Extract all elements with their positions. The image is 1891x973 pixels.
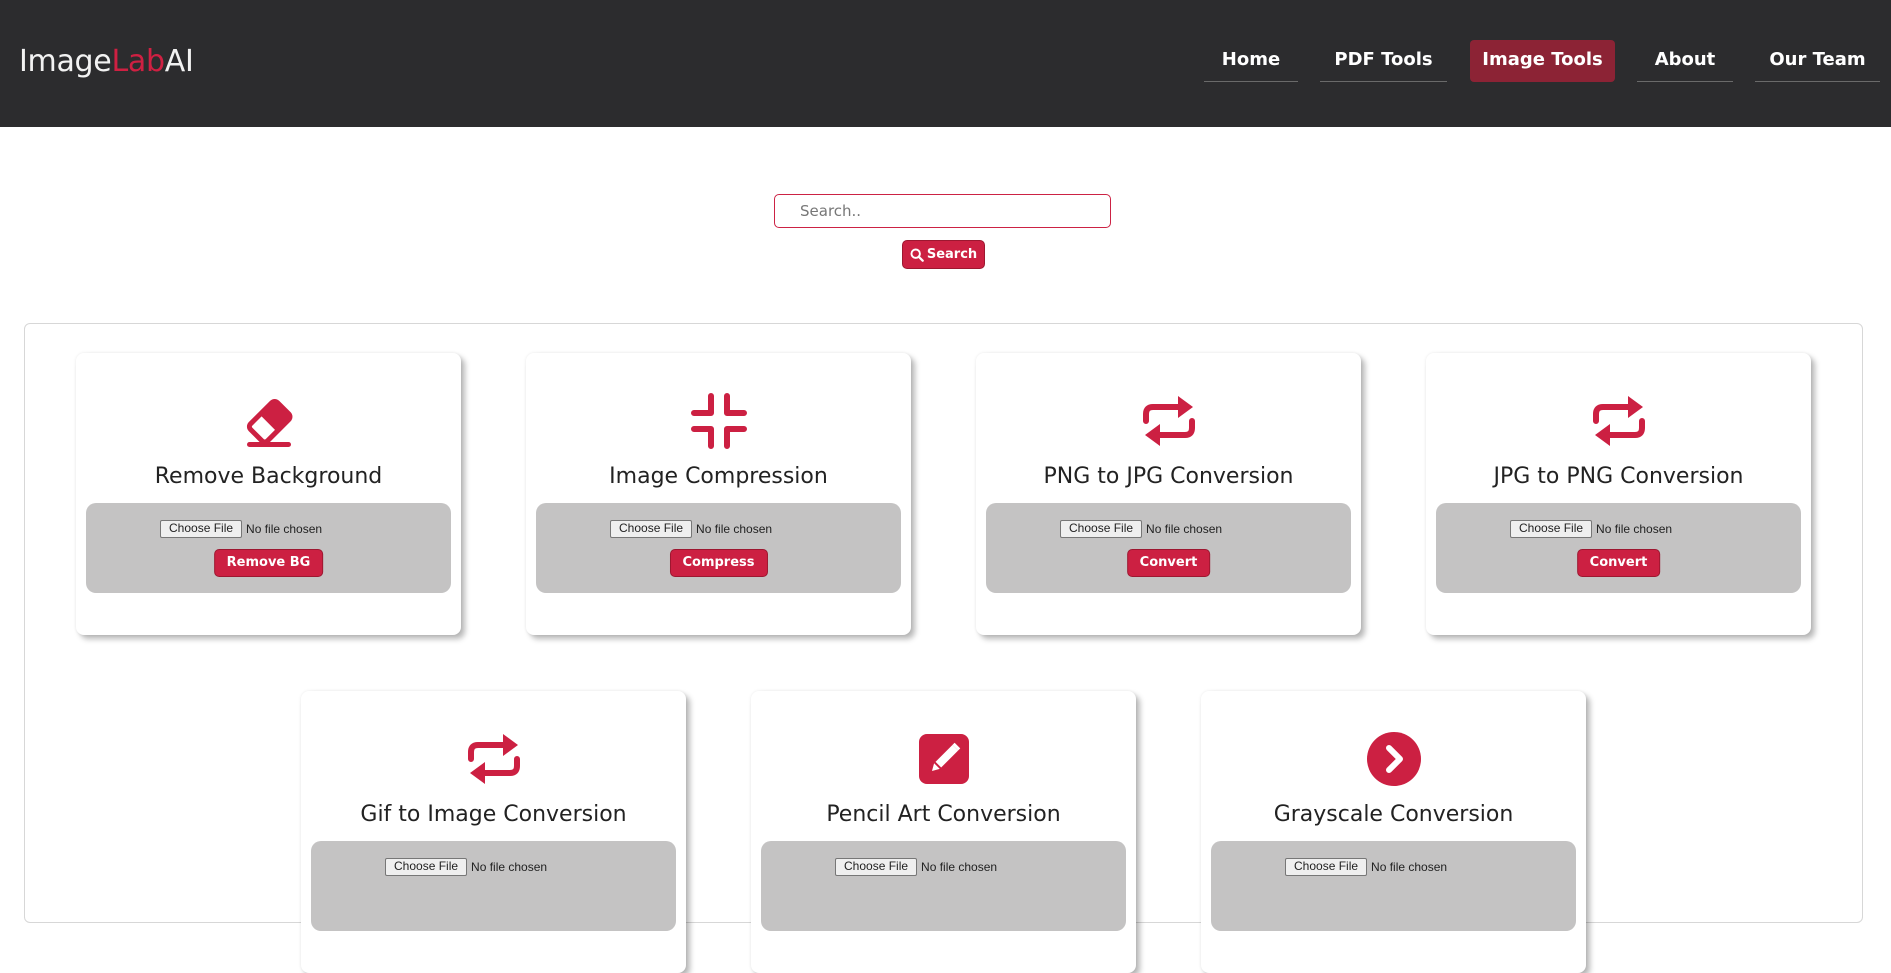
choose-file-button[interactable]: Choose File bbox=[835, 858, 918, 876]
search-box bbox=[774, 194, 1113, 230]
search-icon bbox=[910, 248, 924, 262]
search-input[interactable] bbox=[774, 194, 1111, 228]
nav-about[interactable]: About bbox=[1637, 40, 1733, 82]
tool-card-remove-background: Remove Background Choose File No file ch… bbox=[76, 353, 461, 635]
convert-button[interactable]: Convert bbox=[1126, 549, 1211, 577]
card-title: Grayscale Conversion bbox=[1273, 802, 1514, 827]
upload-box: Choose File No file chosen bbox=[1211, 841, 1576, 931]
file-status: No file chosen bbox=[1371, 860, 1448, 874]
upload-box: Choose File No file chosen Remove BG bbox=[86, 503, 451, 593]
search-button[interactable]: Search bbox=[902, 240, 985, 269]
file-status: No file chosen bbox=[1146, 522, 1223, 536]
choose-file-button[interactable]: Choose File bbox=[610, 520, 693, 538]
choose-file-button[interactable]: Choose File bbox=[1510, 520, 1593, 538]
pencil-square-icon bbox=[918, 734, 969, 784]
card-title: Pencil Art Conversion bbox=[826, 802, 1061, 827]
remove-bg-button[interactable]: Remove BG bbox=[213, 549, 324, 577]
compress-button[interactable]: Compress bbox=[669, 549, 768, 577]
file-status: No file chosen bbox=[921, 860, 998, 874]
file-input[interactable]: Choose File No file chosen bbox=[835, 858, 997, 876]
card-title: Image Compression bbox=[609, 464, 828, 489]
brand-part-image: Image bbox=[19, 44, 112, 79]
navbar: ImageLabAI Home PDF Tools Image Tools Ab… bbox=[0, 0, 1891, 127]
upload-box: Choose File No file chosen Compress bbox=[536, 503, 901, 593]
file-input[interactable]: Choose File No file chosen bbox=[610, 520, 772, 538]
card-title: Remove Background bbox=[154, 464, 383, 489]
brand-logo[interactable]: ImageLabAI bbox=[19, 44, 194, 80]
repeat-icon bbox=[1142, 396, 1195, 446]
tool-card-grayscale: Grayscale Conversion Choose File No file… bbox=[1201, 691, 1586, 973]
file-status: No file chosen bbox=[246, 522, 323, 536]
choose-file-button[interactable]: Choose File bbox=[160, 520, 243, 538]
file-input[interactable]: Choose File No file chosen bbox=[1510, 520, 1672, 538]
choose-file-button[interactable]: Choose File bbox=[1285, 858, 1368, 876]
choose-file-button[interactable]: Choose File bbox=[1060, 520, 1143, 538]
file-input[interactable]: Choose File No file chosen bbox=[160, 520, 322, 538]
upload-box: Choose File No file chosen Convert bbox=[1436, 503, 1801, 593]
file-status: No file chosen bbox=[471, 860, 548, 874]
card-title: Gif to Image Conversion bbox=[360, 802, 627, 827]
repeat-icon bbox=[467, 734, 520, 784]
brand-part-ai: AI bbox=[164, 44, 194, 79]
tool-card-jpg-to-png: JPG to PNG Conversion Choose File No fil… bbox=[1426, 353, 1811, 635]
compress-icon bbox=[690, 393, 747, 449]
file-status: No file chosen bbox=[1596, 522, 1673, 536]
upload-box: Choose File No file chosen bbox=[311, 841, 676, 931]
tool-card-image-compression: Image Compression Choose File No file ch… bbox=[526, 353, 911, 635]
file-status: No file chosen bbox=[696, 522, 773, 536]
card-title: PNG to JPG Conversion bbox=[1043, 464, 1294, 489]
chevron-circle-right-icon bbox=[1366, 732, 1421, 786]
nav-image-tools[interactable]: Image Tools bbox=[1470, 40, 1615, 82]
file-input[interactable]: Choose File No file chosen bbox=[1060, 520, 1222, 538]
repeat-icon bbox=[1592, 396, 1645, 446]
nav-our-team[interactable]: Our Team bbox=[1755, 40, 1880, 82]
card-title: JPG to PNG Conversion bbox=[1493, 464, 1744, 489]
file-input[interactable]: Choose File No file chosen bbox=[1285, 858, 1447, 876]
search-button-label: Search bbox=[926, 247, 978, 262]
brand-part-lab: Lab bbox=[111, 44, 165, 79]
nav-home[interactable]: Home bbox=[1204, 40, 1298, 82]
nav-pdf-tools[interactable]: PDF Tools bbox=[1320, 40, 1447, 82]
tools-container: Remove Background Choose File No file ch… bbox=[24, 323, 1863, 973]
file-input[interactable]: Choose File No file chosen bbox=[385, 858, 547, 876]
tool-card-pencil-art: Pencil Art Conversion Choose File No fil… bbox=[751, 691, 1136, 973]
tool-card-png-to-jpg: PNG to JPG Conversion Choose File No fil… bbox=[976, 353, 1361, 635]
eraser-icon bbox=[246, 398, 292, 447]
choose-file-button[interactable]: Choose File bbox=[385, 858, 468, 876]
convert-button[interactable]: Convert bbox=[1576, 549, 1661, 577]
upload-box: Choose File No file chosen Convert bbox=[986, 503, 1351, 593]
tool-card-gif-to-image: Gif to Image Conversion Choose File No f… bbox=[301, 691, 686, 973]
upload-box: Choose File No file chosen bbox=[761, 841, 1126, 931]
